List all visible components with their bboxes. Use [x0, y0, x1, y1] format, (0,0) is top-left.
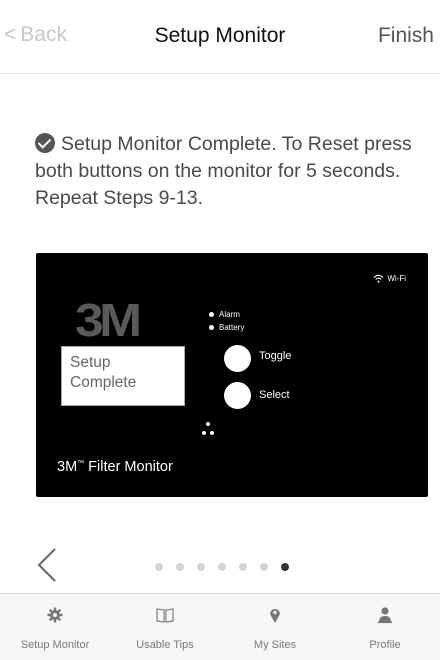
battery-indicator: Battery	[209, 323, 244, 332]
status-message: Setup Monitor Complete. To Reset press b…	[35, 131, 425, 212]
page-title: Setup Monitor	[154, 24, 286, 47]
tab-bar: Setup Monitor Usable Tips My Sites Profi…	[0, 593, 440, 660]
page-dot[interactable]	[218, 563, 226, 571]
page-dot[interactable]	[176, 563, 184, 571]
sensor-dot	[210, 431, 214, 435]
page-indicator	[155, 563, 289, 571]
book-icon	[156, 608, 174, 623]
chevron-left-icon	[37, 548, 56, 582]
page-dot[interactable]	[155, 563, 163, 571]
tab-setup-monitor[interactable]: Setup Monitor	[0, 594, 110, 660]
sensor-dot	[202, 431, 206, 435]
brand-name: 3M	[57, 459, 78, 475]
monitor-screen: Setup Complete	[61, 346, 185, 406]
toggle-label: Toggle	[259, 350, 292, 362]
select-label: Select	[259, 389, 290, 401]
tab-label: Usable Tips	[136, 639, 194, 651]
battery-label: Battery	[219, 323, 245, 332]
monitor-logo: 3M	[75, 294, 142, 346]
nav-bar: < Back Setup Monitor Finish	[0, 0, 440, 74]
battery-led	[209, 325, 214, 330]
wifi-icon	[373, 274, 384, 283]
finish-button[interactable]: Finish	[378, 24, 434, 48]
alarm-label: Alarm	[219, 310, 240, 319]
select-hardware-button	[224, 382, 251, 409]
tab-label: Profile	[369, 639, 401, 651]
previous-step-button[interactable]	[33, 545, 63, 585]
wifi-label: Wi-Fi	[387, 274, 406, 283]
screen-line-2: Complete	[70, 374, 137, 391]
brand-product: Filter Monitor	[84, 459, 173, 475]
tab-my-sites[interactable]: My Sites	[220, 594, 330, 660]
tab-label: My Sites	[253, 639, 297, 651]
screen-line-1: Setup	[70, 354, 111, 371]
alarm-led	[209, 312, 214, 317]
tab-profile[interactable]: Profile	[330, 594, 440, 660]
tab-label: Setup Monitor	[20, 639, 90, 651]
status-message-text: Setup Monitor Complete. To Reset press b…	[35, 133, 412, 209]
tab-usable-tips[interactable]: Usable Tips	[110, 594, 220, 660]
toggle-hardware-button	[224, 345, 251, 372]
monitor-illustration: 3M Wi-Fi Alarm Battery Setup Complete To…	[36, 253, 428, 497]
gear-icon	[47, 607, 63, 623]
page-dot[interactable]	[260, 563, 268, 571]
monitor-brand: 3M™ Filter Monitor	[57, 459, 173, 475]
map-pin-icon	[270, 609, 280, 623]
page-dot-active[interactable]	[281, 563, 289, 571]
alarm-indicator: Alarm	[209, 310, 240, 319]
wifi-indicator: Wi-Fi	[373, 274, 406, 283]
check-circle-icon	[35, 133, 55, 153]
page-dot[interactable]	[197, 563, 205, 571]
user-icon	[378, 607, 392, 624]
sensor-dot	[206, 422, 210, 426]
page-dot[interactable]	[239, 563, 247, 571]
